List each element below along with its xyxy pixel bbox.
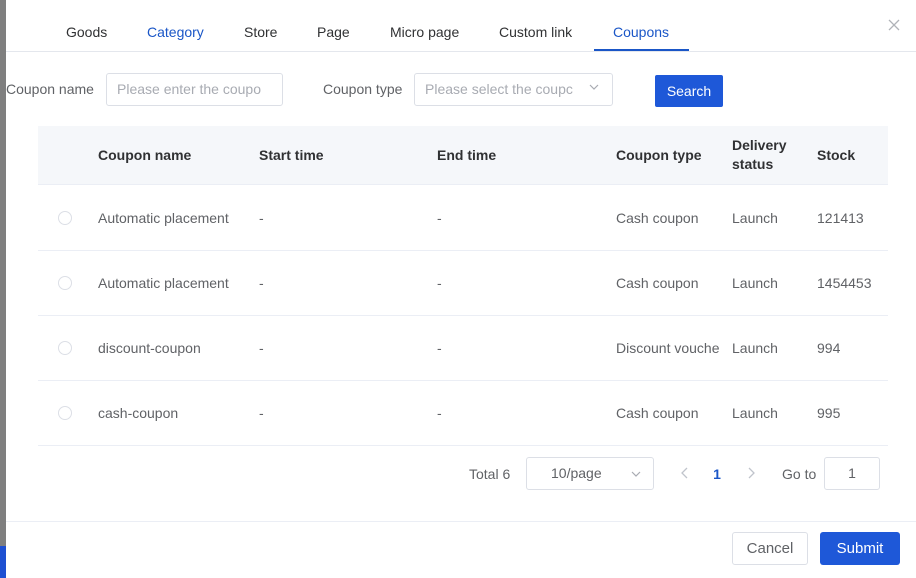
chevron-down-icon: [589, 84, 599, 90]
cell-coupon-type: Discount vouche: [616, 340, 720, 356]
chevron-right-icon[interactable]: [745, 466, 757, 480]
cell-coupon-name: discount-coupon: [98, 340, 201, 356]
goto-page-input[interactable]: 1: [824, 457, 880, 490]
table-row[interactable]: Automatic placement - - Cash coupon Laun…: [38, 186, 888, 251]
tab-category[interactable]: Category: [147, 0, 204, 52]
cell-coupon-name: Automatic placement: [98, 210, 229, 226]
header-coupon-type: Coupon type: [616, 147, 702, 163]
cell-delivery-status: Launch: [732, 210, 778, 226]
cell-stock: 995: [817, 405, 841, 421]
cell-end-time: -: [437, 210, 442, 226]
pagination-total: Total 6: [469, 466, 511, 482]
cell-delivery-status: Launch: [732, 405, 778, 421]
coupon-type-select[interactable]: Please select the coupc: [414, 73, 613, 106]
chevron-down-icon: [631, 471, 641, 477]
coupon-type-label: Coupon type: [323, 81, 403, 97]
cell-coupon-type: Cash coupon: [616, 405, 699, 421]
cell-start-time: -: [259, 405, 264, 421]
active-tab-indicator: [594, 49, 689, 51]
row-radio[interactable]: [58, 341, 72, 355]
cell-start-time: -: [259, 340, 264, 356]
tab-goods[interactable]: Goods: [66, 0, 107, 52]
tab-bar: Goods Category Store Page Micro page Cus…: [6, 0, 916, 52]
cell-coupon-name: cash-coupon: [98, 405, 179, 421]
cell-start-time: -: [259, 210, 264, 226]
cell-end-time: -: [437, 275, 442, 291]
row-radio[interactable]: [58, 406, 72, 420]
footer-divider: [6, 521, 916, 522]
row-radio[interactable]: [58, 211, 72, 225]
goto-label: Go to: [782, 466, 817, 482]
cell-end-time: -: [437, 405, 442, 421]
header-end-time: End time: [437, 147, 497, 163]
header-coupon-name: Coupon name: [98, 147, 192, 163]
table-row[interactable]: discount-coupon - - Discount vouche Laun…: [38, 316, 888, 381]
link-selector-dialog: Goods Category Store Page Micro page Cus…: [6, 0, 916, 578]
chevron-left-icon[interactable]: [679, 466, 691, 480]
tab-coupons[interactable]: Coupons: [613, 0, 669, 52]
coupon-name-input[interactable]: Please enter the coupo: [106, 73, 283, 106]
cancel-button[interactable]: Cancel: [732, 532, 808, 565]
header-delivery-line1: Delivery: [732, 137, 787, 153]
header-stock: Stock: [817, 147, 856, 163]
header-delivery-status: Delivery status: [732, 136, 786, 174]
row-radio[interactable]: [58, 276, 72, 290]
coupon-name-label: Coupon name: [6, 81, 94, 97]
cell-start-time: -: [259, 275, 264, 291]
cell-coupon-name: Automatic placement: [98, 275, 229, 291]
page-size-value: 10/page: [551, 465, 602, 481]
cell-end-time: -: [437, 340, 442, 356]
table-header: Coupon name Start time End time Coupon t…: [38, 126, 888, 185]
header-delivery-line2: status: [732, 156, 774, 172]
table-row[interactable]: Automatic placement - - Cash coupon Laun…: [38, 251, 888, 316]
page-size-select[interactable]: 10/page: [526, 457, 654, 490]
tab-micro-page[interactable]: Micro page: [390, 0, 459, 52]
cell-stock: 1454453: [817, 275, 872, 291]
header-start-time: Start time: [259, 147, 324, 163]
cell-stock: 121413: [817, 210, 864, 226]
pagination-page-1[interactable]: 1: [710, 465, 724, 483]
tab-page[interactable]: Page: [317, 0, 350, 52]
cell-delivery-status: Launch: [732, 340, 778, 356]
search-button[interactable]: Search: [655, 75, 723, 107]
cell-stock: 994: [817, 340, 841, 356]
cell-coupon-type: Cash coupon: [616, 210, 699, 226]
close-icon[interactable]: [886, 17, 902, 33]
table-row[interactable]: cash-coupon - - Cash coupon Launch 995: [38, 381, 888, 446]
cell-delivery-status: Launch: [732, 275, 778, 291]
tab-custom-link[interactable]: Custom link: [499, 0, 572, 52]
tab-store[interactable]: Store: [244, 0, 277, 52]
cell-coupon-type: Cash coupon: [616, 275, 699, 291]
submit-button[interactable]: Submit: [820, 532, 900, 565]
